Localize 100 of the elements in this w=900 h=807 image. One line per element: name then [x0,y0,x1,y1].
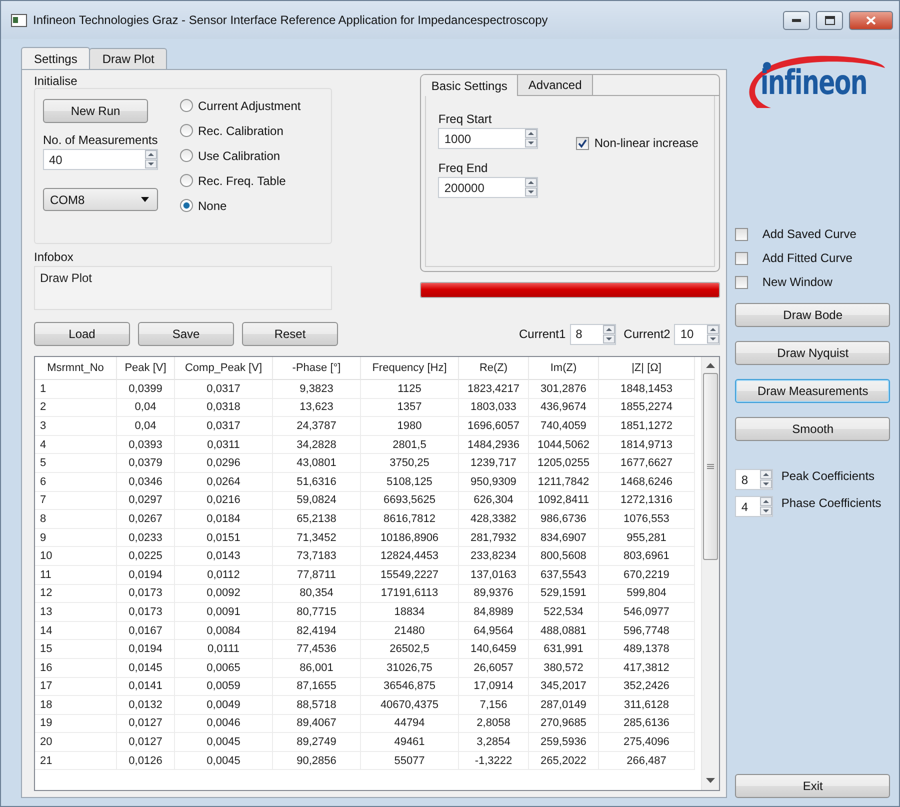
plot-option-checkbox[interactable]: Add Saved Curve [735,227,893,241]
infobox: Draw Plot [34,266,332,310]
table-cell: 65,2138 [273,510,361,529]
freq-end-spinbox[interactable]: 200000 [438,177,538,198]
radio-label: Use Calibration [198,148,280,162]
table-cell: 0,0216 [175,492,273,510]
scroll-thumb[interactable] [703,373,718,560]
plot-button[interactable]: Draw Bode [735,303,890,327]
table-cell: 546,0977 [599,603,695,622]
table-cell: 2,8058 [459,714,529,734]
column-header[interactable]: Re(Z) [459,357,529,380]
table-cell: 0,0194 [117,640,175,659]
table-cell: 1272,1316 [599,492,695,510]
plot-button[interactable]: Draw Measurements [735,379,890,403]
table-cell: 670,2219 [599,566,695,585]
table-cell: 82,4194 [273,622,361,640]
column-header[interactable]: Msrmnt_No [35,357,117,380]
mode-radio[interactable]: Current Adjustment [180,93,301,118]
radio-label: Rec. Calibration [198,124,284,138]
exit-button[interactable]: Exit [735,774,890,798]
current-spinbox[interactable]: 10 [674,324,720,344]
plot-button[interactable]: Draw Nyquist [735,341,890,365]
tab[interactable]: Draw Plot [89,48,168,69]
spin-arrows-icon[interactable] [525,129,538,148]
table-cell: 2 [35,398,117,418]
field-label: Peak Coefficients [781,469,875,483]
table-cell: 0,0091 [175,603,273,622]
maximize-button[interactable] [816,10,843,30]
measurements-spinbox[interactable]: 40 [43,149,158,170]
table-cell: 86,001 [273,658,361,678]
field-label: Current1 [518,327,566,341]
table-cell: 0,0173 [117,603,175,622]
scrollbar[interactable] [701,357,720,790]
spin-arrows-icon[interactable] [145,150,157,169]
table-cell: 0,0167 [117,622,175,640]
table-cell: 1814,9713 [599,436,695,454]
mode-radio[interactable]: Rec. Calibration [180,118,301,143]
table-cell: 3750,25 [361,454,459,473]
table-cell: 0,0225 [117,547,175,566]
table-cell: 0,0127 [117,733,175,752]
column-header[interactable]: -Phase [°] [273,357,361,380]
column-header[interactable]: |Z| [Ω] [599,357,695,380]
table-cell: 529,1591 [529,584,599,604]
freq-start-spinbox[interactable]: 1000 [438,128,538,149]
column-header[interactable]: Im(Z) [529,357,599,380]
table-cell: 13,623 [273,398,361,418]
coefficient-spinbox[interactable]: 8 [735,469,774,490]
table-cell: 71,3452 [273,528,361,548]
current-spinbox[interactable]: 8 [570,324,616,344]
column-header[interactable]: Frequency [Hz] [361,357,459,380]
table-cell: 740,4059 [529,417,599,436]
minimize-icon [792,18,801,22]
table-cell: 0,0173 [117,584,175,604]
action-button[interactable]: Load [34,322,130,346]
table-cell: 73,7183 [273,547,361,566]
close-button[interactable] [849,10,893,30]
column-header[interactable]: Peak [V] [117,357,175,380]
port-dropdown[interactable]: COM8 [43,188,158,211]
mode-radio[interactable]: Use Calibration [180,143,301,168]
table-cell: 489,1378 [599,640,695,659]
spin-arrows-icon[interactable] [760,497,772,516]
table-cell: 137,0163 [459,566,529,585]
table-cell: 311,6128 [599,696,695,715]
tab[interactable]: Basic Settings [421,75,518,96]
plot-option-checkbox[interactable]: Add Fitted Curve [735,251,893,265]
table-cell: 17,0914 [459,678,529,696]
table-cell: 0,0045 [175,752,273,770]
scroll-down-icon[interactable] [706,778,716,784]
spin-arrows-icon[interactable] [602,324,615,344]
action-button[interactable]: Save [138,322,234,346]
tab[interactable]: Settings [21,47,90,69]
new-run-button[interactable]: New Run [43,99,148,123]
table-cell: 345,2017 [529,678,599,696]
table-cell: 1823,4217 [459,380,529,399]
table-cell: 285,6136 [599,714,695,734]
plot-button[interactable]: Smooth [735,417,890,441]
spin-arrows-icon[interactable] [760,470,772,489]
mode-radio[interactable]: Rec. Freq. Table [180,168,301,193]
table-cell: 5108,125 [361,472,459,492]
table-cell: 0,0151 [175,528,273,548]
spin-arrows-icon[interactable] [525,178,538,197]
tab[interactable]: Advanced [518,75,593,96]
action-button[interactable]: Reset [242,322,338,346]
minimize-button[interactable] [783,10,810,30]
radio-label: Current Adjustment [198,98,301,112]
spin-arrows-icon[interactable] [707,324,720,344]
scroll-up-icon[interactable] [706,363,716,369]
table-cell: 1468,6246 [599,472,695,492]
plot-option-checkbox[interactable]: New Window [735,275,893,289]
coefficient-spinbox[interactable]: 4 [735,496,774,517]
radio-label: Rec. Freq. Table [198,174,286,188]
column-header[interactable]: Comp_Peak [V] [175,357,273,380]
table-cell: -1,3222 [459,752,529,770]
logo-text: infineon [760,63,868,103]
table-cell: 8 [35,510,117,529]
table-cell: 44794 [361,714,459,734]
mode-radio[interactable]: None [180,193,301,218]
table-cell: 0,0194 [117,566,175,585]
table-cell: 380,572 [529,658,599,678]
table-cell: 26,6057 [459,658,529,678]
